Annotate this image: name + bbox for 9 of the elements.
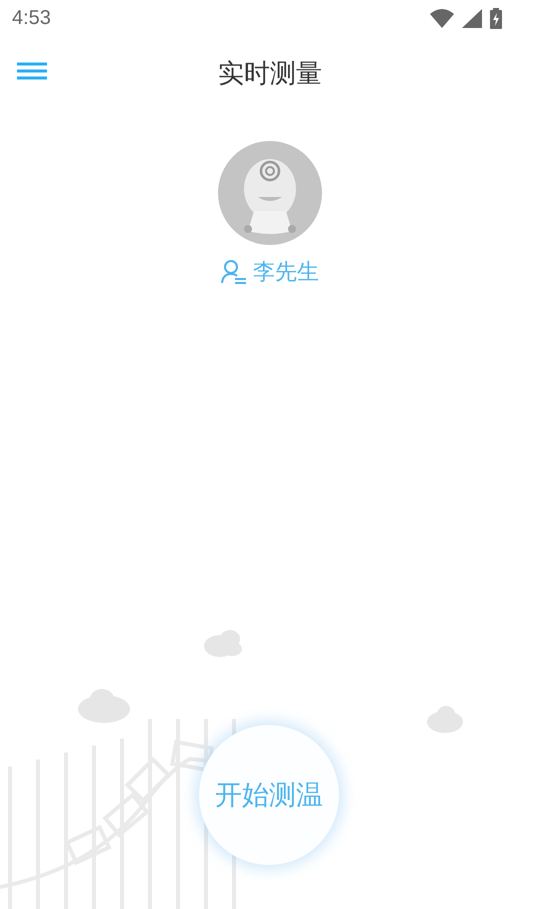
start-button[interactable]: 开始测温 — [199, 725, 339, 865]
user-name[interactable]: 李先生 — [253, 257, 319, 287]
page-title: 实时测量 — [218, 58, 322, 90]
user-icon — [221, 260, 247, 284]
status-time: 4:53 — [12, 6, 51, 30]
battery-icon — [490, 8, 502, 28]
signal-icon — [462, 8, 482, 28]
wifi-icon — [430, 8, 454, 28]
avatar[interactable] — [218, 141, 322, 245]
